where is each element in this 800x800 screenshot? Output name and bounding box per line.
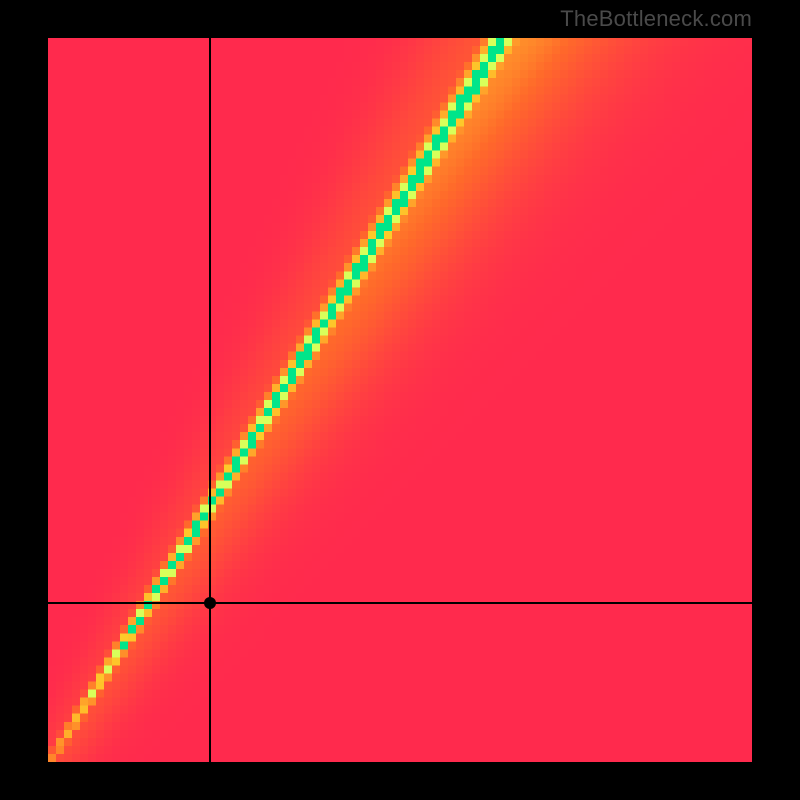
crosshair-horizontal	[48, 602, 752, 604]
plot-area	[48, 38, 752, 762]
chart-frame: TheBottleneck.com	[0, 0, 800, 800]
attribution-label: TheBottleneck.com	[560, 6, 752, 32]
selection-marker	[204, 597, 216, 609]
crosshair-vertical	[209, 38, 211, 762]
bottleneck-heatmap	[48, 38, 752, 762]
